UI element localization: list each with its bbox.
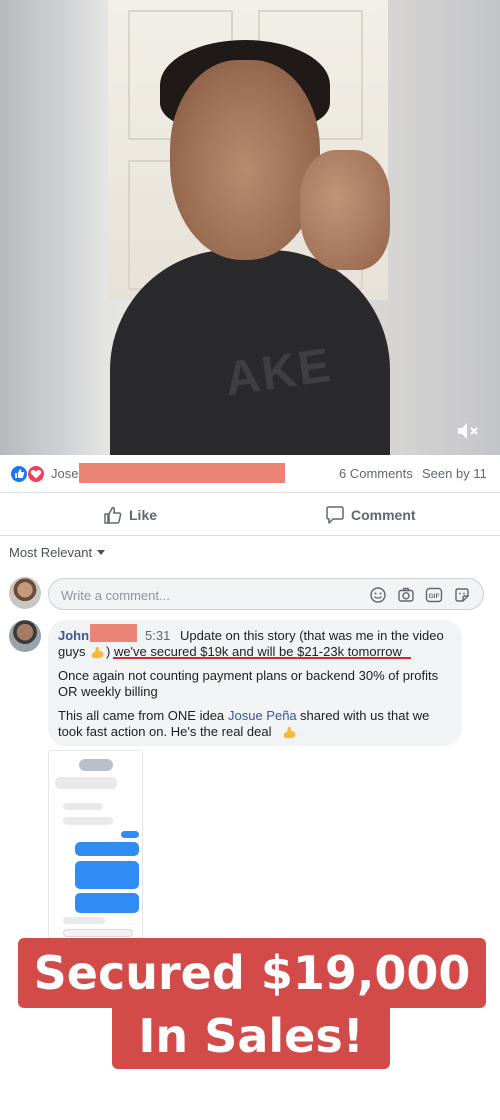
message-bubble <box>63 817 113 825</box>
message-bubble <box>75 893 139 913</box>
comment-input[interactable] <box>61 585 361 605</box>
comment-text-line: Once again not counting payment plans or… <box>58 668 439 683</box>
message-input <box>63 929 133 937</box>
sticker-icon[interactable] <box>453 586 471 604</box>
message-bubble <box>75 861 139 889</box>
svg-text:GIF: GIF <box>429 593 440 600</box>
headline-banner: Secured $19,000 <box>18 938 486 1008</box>
person-fist <box>300 150 390 270</box>
message-bubble <box>55 777 117 789</box>
message-bubble <box>75 842 139 856</box>
speaker-muted-icon[interactable] <box>455 420 481 442</box>
attached-screenshot[interactable] <box>48 750 143 940</box>
reactor-name[interactable]: Jose <box>51 466 78 481</box>
message-bubble <box>121 831 139 838</box>
camera-icon[interactable] <box>397 586 415 604</box>
love-reaction-icon <box>27 465 45 483</box>
comment-text-line: This all came from ONE idea <box>58 708 225 723</box>
caret-down-icon <box>97 550 106 555</box>
comment-time[interactable]: 5:31 <box>145 628 170 644</box>
thumbs-up-icon <box>104 506 122 524</box>
comment-input-box[interactable]: GIF <box>48 578 484 610</box>
comment-text-line: Update on this story (that was me in the… <box>180 628 444 643</box>
gif-icon[interactable]: GIF <box>425 586 443 604</box>
redaction-box <box>90 624 137 642</box>
redaction-box <box>79 463 285 483</box>
like-label: Like <box>129 507 158 523</box>
like-reaction-icon <box>10 465 28 483</box>
sort-label: Most Relevant <box>9 545 93 560</box>
headline-banner: In Sales! <box>112 1003 390 1069</box>
divider <box>0 492 500 493</box>
sort-dropdown[interactable]: Most Relevant <box>9 545 106 560</box>
avatar[interactable] <box>9 577 41 609</box>
divider <box>0 535 500 536</box>
banner-line-2: In Sales! <box>138 1009 364 1063</box>
group-avatars <box>79 759 113 771</box>
message-bubble <box>63 803 103 810</box>
like-button[interactable]: Like <box>103 503 157 527</box>
avatar[interactable] <box>9 620 41 652</box>
mention-link[interactable]: Josue Peña <box>228 708 297 724</box>
comment-text-line: OR weekly billing <box>58 684 158 699</box>
seen-by[interactable]: Seen by 11 <box>422 466 487 481</box>
banner-line-1: Secured $19,000 <box>33 946 471 1000</box>
comment-text-line: guys <box>58 644 86 659</box>
comment-label: Comment <box>351 507 416 523</box>
flexed-biceps-icon <box>283 726 296 738</box>
reaction-icons[interactable] <box>10 465 48 483</box>
message-bubble <box>63 917 105 924</box>
emoji-icon[interactable] <box>369 586 387 604</box>
speech-bubble-icon <box>326 506 344 524</box>
reactions-row: Jose 6 Comments Seen by 11 <box>0 458 500 490</box>
comment-text-line: shared with us that we <box>300 708 430 723</box>
flexed-biceps-icon <box>91 646 104 658</box>
comments-count[interactable]: 6 Comments <box>339 466 413 481</box>
comment-author[interactable]: John <box>58 628 89 644</box>
video-player[interactable]: AKE <box>0 0 500 455</box>
highlight-underline <box>113 657 411 659</box>
person-face <box>170 60 320 260</box>
comment-button[interactable]: Comment <box>325 503 416 527</box>
comment-text-line: took fast action on. He's the real deal <box>58 724 272 739</box>
